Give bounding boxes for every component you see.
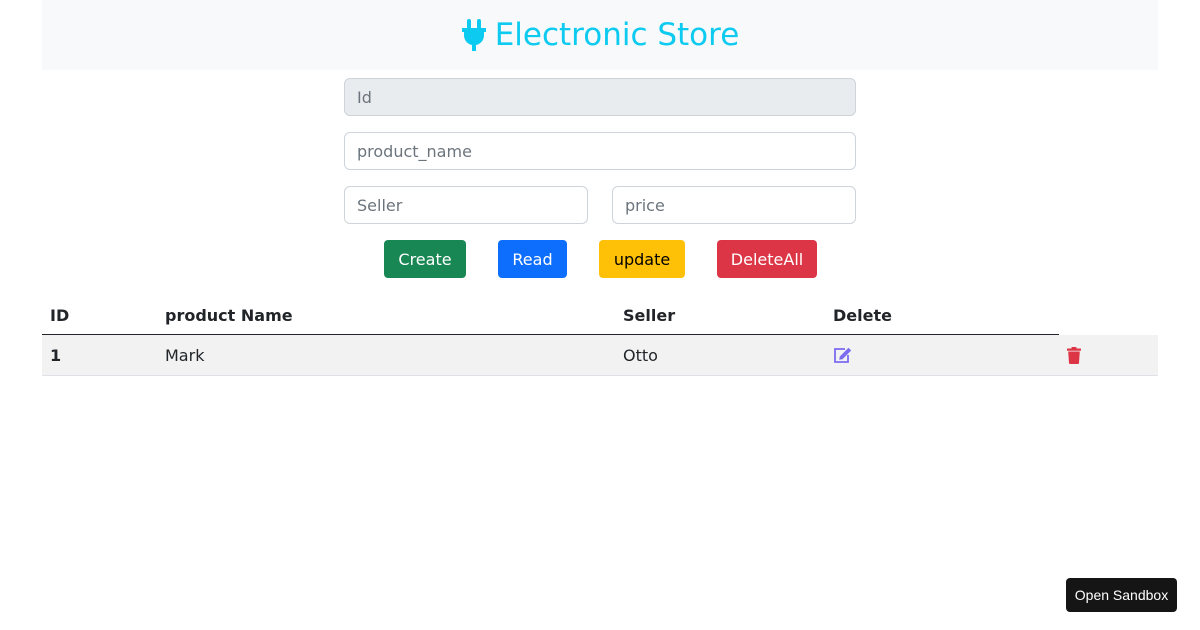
open-sandbox-button[interactable]: Open Sandbox <box>1066 578 1177 612</box>
price-input[interactable] <box>612 186 856 224</box>
column-header-product-name: product Name <box>165 305 293 325</box>
page-title: Electronic Store <box>494 16 740 53</box>
column-header-seller: Seller <box>623 305 676 325</box>
table-header: ID product Name Seller Delete <box>42 296 1059 335</box>
cell-id: 1 <box>50 345 62 365</box>
update-button[interactable]: update <box>599 240 685 278</box>
column-header-id: ID <box>50 305 70 325</box>
brand: Electronic Store <box>461 16 740 53</box>
cell-seller: Otto <box>623 345 658 365</box>
cell-product-name: Mark <box>165 345 205 365</box>
id-input[interactable] <box>344 78 856 116</box>
column-header-delete: Delete <box>833 305 892 325</box>
product-name-input[interactable] <box>344 132 856 170</box>
plug-icon <box>461 18 487 52</box>
read-button[interactable]: Read <box>498 240 567 278</box>
create-button[interactable]: Create <box>384 240 466 278</box>
app-header: Electronic Store <box>42 0 1158 70</box>
table-row: 1 Mark Otto <box>42 335 1158 376</box>
trash-icon[interactable] <box>1067 335 1081 375</box>
seller-input[interactable] <box>344 186 588 224</box>
edit-icon[interactable] <box>833 335 852 375</box>
delete-all-button[interactable]: DeleteAll <box>717 240 817 278</box>
